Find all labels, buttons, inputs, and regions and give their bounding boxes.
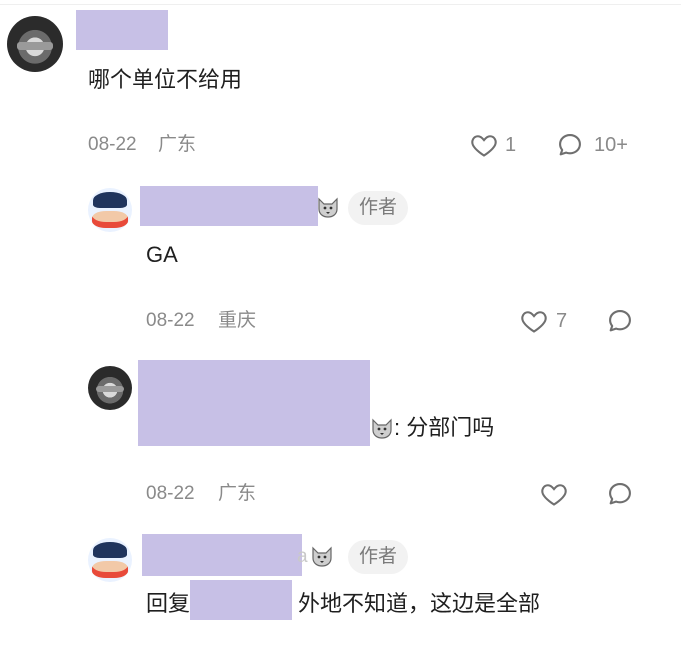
avatar[interactable]: [88, 366, 132, 410]
username-fragment: a: [297, 546, 308, 567]
comment-date: 08-22: [146, 310, 195, 331]
comment-text: 外地不知道，这边是全部: [298, 591, 541, 616]
heart-icon[interactable]: [520, 308, 548, 334]
wolf-emoji-icon: [370, 417, 394, 441]
avatar[interactable]: [88, 538, 132, 582]
username-redacted[interactable]: [138, 360, 370, 446]
avatar[interactable]: [7, 16, 63, 72]
author-badge: 作者: [348, 540, 409, 574]
reply-prefix: 回复: [146, 591, 191, 616]
like-count: 7: [556, 310, 568, 332]
comment-date: 08-22: [146, 483, 195, 504]
top-divider: [0, 4, 681, 5]
comment-location: 广东: [158, 134, 197, 155]
author-badge: 作者: [348, 191, 409, 225]
comment-icon[interactable]: [606, 307, 634, 335]
comment-text: : 分部门吗: [394, 415, 495, 440]
heart-icon[interactable]: [470, 132, 498, 158]
comment-location: 重庆: [218, 310, 257, 331]
username-redacted[interactable]: [140, 186, 318, 226]
avatar[interactable]: [88, 188, 132, 232]
comment-date: 08-22: [88, 134, 137, 155]
like-count: 1: [505, 134, 517, 156]
wolf-emoji-icon: [316, 196, 340, 220]
heart-icon[interactable]: [540, 481, 568, 507]
mention-redacted[interactable]: [190, 580, 292, 620]
comment-text: 哪个单位不给用: [88, 67, 243, 92]
comment-location: 广东: [218, 483, 257, 504]
comment-text: GA: [146, 242, 178, 267]
username-redacted[interactable]: [142, 534, 302, 576]
reply-count[interactable]: 10+: [594, 133, 628, 157]
comment-icon[interactable]: [606, 480, 634, 508]
comment-icon[interactable]: [556, 131, 584, 159]
wolf-emoji-icon: [310, 545, 334, 569]
username-redacted[interactable]: [76, 10, 168, 50]
